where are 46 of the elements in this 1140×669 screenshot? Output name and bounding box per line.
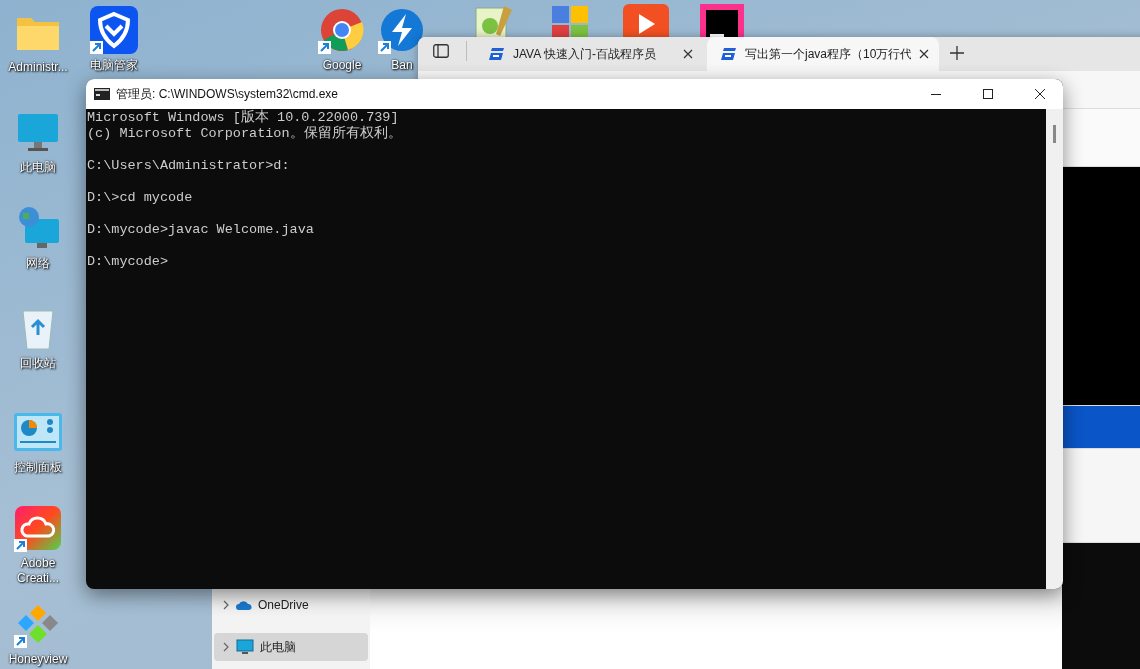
site-logo-icon <box>721 47 737 61</box>
maximize-icon <box>983 89 993 99</box>
shield-app-icon <box>90 6 138 54</box>
panel-icon <box>433 44 449 58</box>
console-line: D:\>cd mycode <box>87 190 194 206</box>
close-icon <box>1035 89 1045 99</box>
console-line: (c) Microsoft Corporation。保留所有权利。 <box>87 126 403 142</box>
desktop-icon-label[interactable]: 此电脑 <box>20 160 56 175</box>
cloud-app-icon <box>15 506 61 550</box>
desktop-icon-label[interactable]: Honeyview <box>8 652 68 667</box>
scrollbar-thumb[interactable] <box>1053 125 1056 143</box>
console-line: D:\mycode> <box>87 254 169 270</box>
shortcut-arrow-icon <box>90 41 103 54</box>
site-logo-icon <box>489 47 505 61</box>
shortcut-arrow-icon <box>14 635 27 648</box>
close-icon[interactable] <box>683 49 693 59</box>
monitor-icon <box>236 639 254 655</box>
desktop-icon-label[interactable]: 回收站 <box>20 356 56 371</box>
desktop-icon-label[interactable]: Administr... <box>8 60 68 75</box>
window-title: 管理员: C:\WINDOWS\system32\cmd.exe <box>116 85 340 103</box>
console-line: C:\Users\Administrator>d: <box>87 158 291 174</box>
shortcut-arrow-icon <box>378 41 391 54</box>
console-line: D:\mycode>javac Welcome.java <box>87 222 315 238</box>
chevron-right-icon[interactable] <box>222 642 230 652</box>
desktop-icon-label[interactable]: 电脑管家 <box>90 58 138 73</box>
control-panel-icon <box>14 413 62 451</box>
shortcut-arrow-icon <box>318 41 331 54</box>
shortcut-arrow-icon <box>14 539 27 552</box>
nav-item[interactable]: 此电脑 <box>214 633 368 661</box>
desktop-icon-label[interactable]: Ban <box>391 58 413 73</box>
browser-tab[interactable]: JAVA 快速入门-百战程序员 <box>475 37 703 71</box>
cloud-icon <box>236 600 252 610</box>
bolt-app-icon <box>380 8 424 52</box>
desktop-icon-label[interactable]: Google <box>322 58 362 73</box>
close-icon[interactable] <box>919 49 929 59</box>
console-icon <box>94 88 110 100</box>
browser-logo-icon <box>320 8 364 52</box>
plus-icon <box>950 46 964 60</box>
nav-item[interactable]: OneDrive <box>214 591 368 619</box>
minimize-icon <box>931 93 941 95</box>
desktop-icon-label[interactable]: Adobe Creati... <box>1 556 75 586</box>
console-line: Microsoft Windows [版本 10.0.22000.739] <box>87 110 400 125</box>
chevron-right-icon[interactable] <box>222 600 230 610</box>
scrollbar[interactable] <box>1046 109 1063 589</box>
desktop-icon-label[interactable]: 控制面板 <box>14 460 62 475</box>
desktop-icon-label[interactable]: 网络 <box>26 256 50 271</box>
